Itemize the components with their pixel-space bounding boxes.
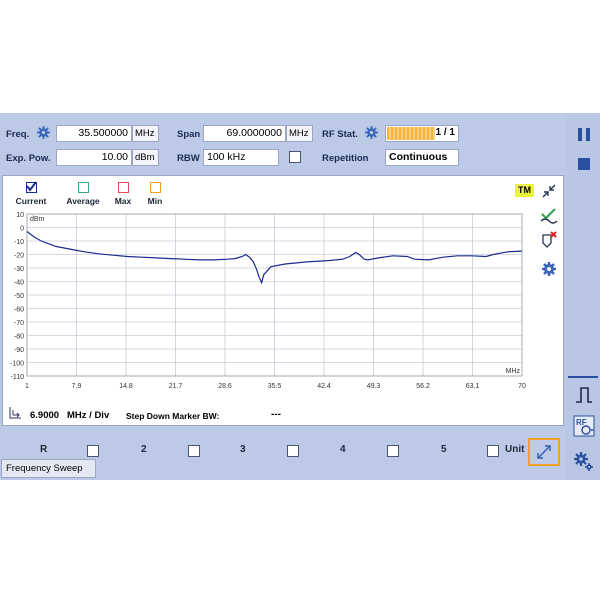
y-tick-label: -50: [14, 293, 24, 300]
spectrum-chart: 10 0 -10 -20 -30 -40 -50 -60 -70 -80 -90 -100 -1101 7…: [10, 212, 526, 390]
freq-input[interactable]: 35.500000: [56, 125, 132, 142]
marker-bw-value: ---: [271, 409, 281, 420]
exp-pow-label: Exp. Pow.: [6, 153, 51, 164]
freq-unit: MHz: [132, 125, 159, 142]
y-tick-label: -60: [14, 307, 24, 314]
marker-2-label: 2: [141, 444, 147, 455]
marker-3-checkbox[interactable]: [287, 445, 299, 457]
y-tick-label: -100: [10, 361, 24, 368]
y-tick-label: -90: [14, 347, 24, 354]
y-tick-label: -30: [14, 266, 24, 273]
y-tick-label: -10: [14, 239, 24, 246]
rbw-label: RBW: [177, 153, 200, 164]
span-value: 69.0000000: [226, 127, 282, 139]
scale-axes-icon: [9, 407, 21, 419]
exp-pow-unit: dBm: [132, 149, 159, 166]
y-axis-unit-label: dBm: [30, 216, 45, 223]
expand-arrows-icon: [537, 445, 551, 459]
parameter-bar: Freq. 35.500000 MHz Span 69.0000000 MHz …: [0, 113, 566, 175]
rbw-value: 100 kHz: [207, 151, 246, 163]
repetition-label: Repetition: [322, 153, 369, 164]
x-tick-label: 56.2: [416, 383, 430, 390]
freq-value: 35.500000: [78, 127, 128, 139]
y-tick-label: -40: [14, 280, 24, 287]
x-tick-label: 42.4: [317, 383, 331, 390]
marker-3-label: 3: [240, 444, 246, 455]
scale-value: 6.9000: [30, 410, 60, 421]
stop-icon[interactable]: [573, 153, 595, 175]
rf-stat-progress: 1 / 1: [385, 125, 459, 142]
marker-5-label: 5: [441, 444, 447, 455]
unit-checkbox[interactable]: [487, 445, 499, 457]
rf-stat-label: RF Stat.: [322, 129, 358, 140]
y-tick-label: -80: [14, 334, 24, 341]
rf-stat-value: 1 / 1: [435, 127, 455, 138]
x-tick-label: 28.6: [218, 383, 232, 390]
span-label: Span: [177, 129, 201, 140]
y-tick-label: -70: [14, 320, 24, 327]
freq-label: Freq.: [6, 129, 30, 140]
pause-icon[interactable]: [573, 123, 595, 145]
analyzer-window: Freq. 35.500000 MHz Span 69.0000000 MHz …: [0, 113, 600, 480]
x-tick-label: 35.5: [268, 383, 282, 390]
y-tick-label: -110: [11, 374, 25, 381]
rf-generator-icon[interactable]: RF: [573, 415, 595, 437]
unit-label: Unit: [505, 444, 525, 455]
x-tick-label: 70: [518, 383, 526, 390]
x-tick-label: 49.3: [367, 383, 381, 390]
repetition-select[interactable]: Continuous: [385, 149, 459, 166]
rf-stat-gear-icon[interactable]: [365, 126, 378, 139]
scale-unit: MHz / Div: [67, 410, 110, 421]
divider: [568, 376, 598, 378]
freq-settings-gear-icon[interactable]: [37, 126, 50, 139]
expand-button[interactable]: [528, 438, 560, 466]
x-axis-unit-label: MHz: [506, 368, 521, 375]
marker-r-checkbox[interactable]: [87, 445, 99, 457]
x-tick-label: 1: [25, 383, 29, 390]
repetition-value: Continuous: [389, 151, 448, 163]
x-tick-label: 7.9: [72, 383, 82, 390]
exp-pow-value: 10.00: [101, 151, 128, 163]
exp-pow-input[interactable]: 10.00: [56, 149, 132, 166]
x-tick-label: 21.7: [169, 383, 183, 390]
y-tick-label: 10: [16, 212, 24, 219]
span-input[interactable]: 69.0000000: [203, 125, 286, 142]
rbw-select[interactable]: 100 kHz: [203, 149, 279, 166]
rf-stat-progress-fill: [387, 127, 435, 140]
y-tick-label: -20: [14, 253, 24, 260]
tab-frequency-sweep[interactable]: Frequency Sweep: [1, 459, 96, 478]
rbw-checkbox[interactable]: [289, 151, 301, 163]
marker-4-checkbox[interactable]: [387, 445, 399, 457]
step-waveform-icon[interactable]: [573, 384, 595, 406]
x-tick-label: 14.8: [119, 383, 133, 390]
y-tick-label: 0: [20, 226, 24, 233]
marker-bw-label: Step Down Marker BW:: [126, 411, 220, 421]
marker-2-checkbox[interactable]: [188, 445, 200, 457]
x-tick-label: 63.1: [466, 383, 480, 390]
right-control-column: RF: [566, 113, 600, 480]
marker-r-label: R: [40, 444, 48, 455]
span-unit: MHz: [286, 125, 313, 142]
spectrum-graph-panel: Current Average Max Min TM 10 0 -10 -20 …: [2, 175, 564, 426]
marker-4-label: 4: [340, 444, 346, 455]
settings-gears-icon[interactable]: [573, 450, 595, 472]
